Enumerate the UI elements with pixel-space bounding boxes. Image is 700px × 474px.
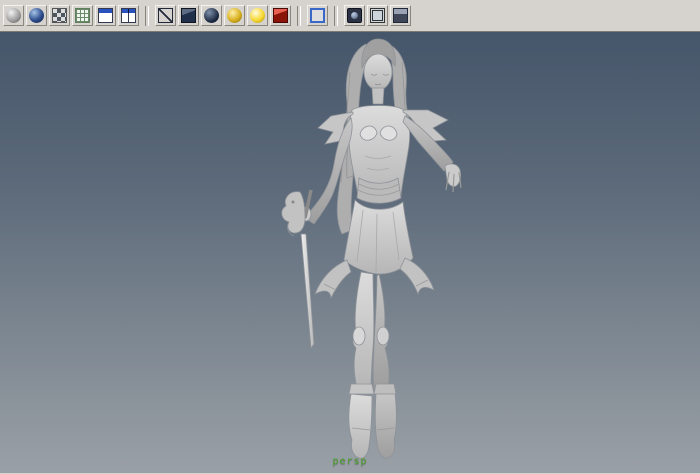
gate-mask-button[interactable] [390,5,411,26]
head[interactable] [364,54,392,104]
checker-map-button[interactable] [49,5,70,26]
wireframe-display-button[interactable] [155,5,176,26]
panel-menu-button[interactable] [3,5,24,26]
single-pane-layout-icon [98,8,113,23]
smooth-shade-display-icon [181,8,196,23]
toolbar-separator [145,6,149,26]
camera-name-label: persp [332,456,367,467]
shaded-sphere-button[interactable] [26,5,47,26]
use-all-lights-button[interactable] [247,5,268,26]
checker-map-icon [52,8,67,23]
resolution-gate-button[interactable] [367,5,388,26]
character-model[interactable] [282,39,461,458]
sword-blade [301,234,314,348]
default-lighting-button[interactable] [224,5,245,26]
shadows-toggle-button[interactable] [270,5,291,26]
resolution-gate-icon [370,8,385,23]
sword-guard [282,192,305,233]
use-all-lights-icon [250,8,265,23]
panel-menu-icon [6,8,21,23]
wireframe-display-icon [158,8,173,23]
grid-toggle-button[interactable] [72,5,93,26]
toolbar-separator [297,6,301,26]
film-gate-button[interactable] [344,5,365,26]
isolate-select-icon [310,8,325,23]
shaded-sphere-icon [29,8,44,23]
four-pane-layout-button[interactable] [118,5,139,26]
single-pane-layout-button[interactable] [95,5,116,26]
toolbar [0,0,700,32]
isolate-select-button[interactable] [307,5,328,26]
model-canvas[interactable] [0,32,700,473]
smooth-shade-display-button[interactable] [178,5,199,26]
grid-toggle-icon [75,8,90,23]
default-lighting-icon [227,8,242,23]
toolbar-separator [334,6,338,26]
viewport[interactable]: persp [0,32,700,473]
gate-mask-icon [393,8,408,23]
textured-display-button[interactable] [201,5,222,26]
shadows-toggle-icon [273,8,288,23]
textured-display-icon [204,8,219,23]
boots[interactable] [349,384,397,458]
four-pane-layout-icon [121,8,136,23]
legs[interactable] [353,272,389,389]
film-gate-icon [347,8,362,23]
